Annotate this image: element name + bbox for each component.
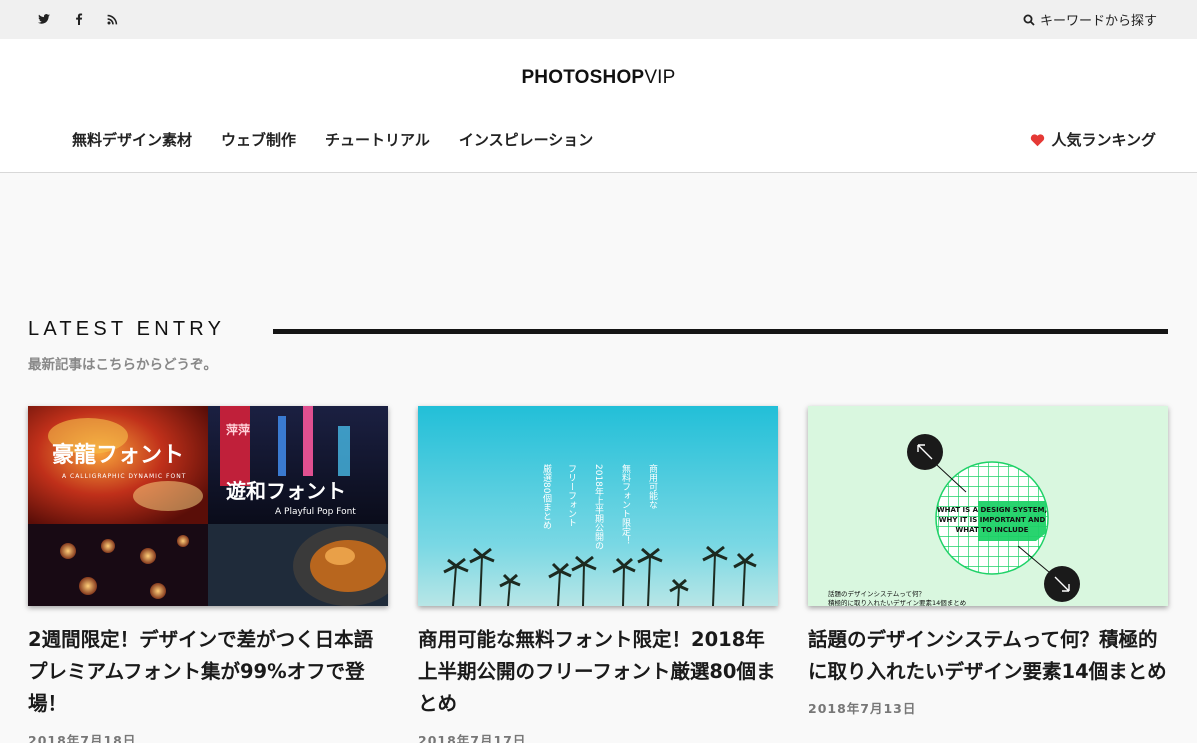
heart-icon bbox=[1031, 133, 1045, 146]
thumb-headline-3: WHAT TO INCLUDE bbox=[956, 526, 1029, 534]
thumb-headline-1: WHAT IS A DESIGN SYSTEM, bbox=[937, 506, 1047, 514]
ranking-link[interactable]: 人気ランキング bbox=[1030, 129, 1156, 150]
article-thumbnail-2[interactable]: 商用可能な 無料フォント限定！ 2018年上半期公開の フリーフォント 厳選80… bbox=[418, 406, 778, 606]
article-date-1: 2018年7月18日 bbox=[28, 733, 137, 743]
nav-item-web[interactable]: ウェブ制作 bbox=[221, 129, 296, 150]
thumb-font-name-1: 豪龍フォント bbox=[52, 442, 184, 468]
article-thumbnail-3[interactable]: WHAT IS A DESIGN SYSTEM, WHY IT IS IMPOR… bbox=[808, 406, 1168, 606]
thumb-font-sub-2: A Playful Pop Font bbox=[275, 507, 356, 517]
logo-bold: PHOTOSHOP bbox=[521, 67, 645, 88]
twitter-icon[interactable] bbox=[36, 11, 52, 27]
section-title-rule bbox=[273, 329, 1168, 334]
keyword-search-link[interactable]: キーワードから探す bbox=[1023, 10, 1157, 29]
site-header: PHOTOSHOPVIP 無料デザイン素材 ウェブ制作 チュートリアル インスピ… bbox=[0, 39, 1197, 173]
thumb-caption-2: 積極的に取り入れたいデザイン要素14個まとめ bbox=[828, 598, 966, 606]
search-label: キーワードから探す bbox=[1039, 14, 1157, 29]
article-date-2: 2018年7月17日 bbox=[418, 733, 527, 743]
article-title-1[interactable]: 2週間限定！デザインで差がつく日本語プレミアムフォント集が99%オフで登場！ bbox=[28, 624, 388, 720]
section-subtitle: 最新記事はこちらからどうぞ。 bbox=[28, 357, 217, 373]
article-card-1[interactable]: 豪龍フォント A CALLIGRAPHIC DYNAMIC FONT 萍萍 遊和… bbox=[28, 406, 388, 743]
nav-item-free-design[interactable]: 無料デザイン素材 bbox=[72, 129, 192, 150]
article-date-3: 2018年7月13日 bbox=[808, 701, 917, 716]
article-card-3[interactable]: WHAT IS A DESIGN SYSTEM, WHY IT IS IMPOR… bbox=[808, 406, 1168, 717]
search-icon bbox=[1023, 14, 1035, 26]
thumb-vertical-2: 無料フォント限定！ bbox=[620, 463, 631, 545]
top-bar: キーワードから探す bbox=[0, 0, 1197, 39]
nav-item-tutorial[interactable]: チュートリアル bbox=[325, 129, 430, 150]
facebook-icon[interactable] bbox=[71, 11, 87, 27]
thumb-font-name-2: 遊和フォント bbox=[226, 479, 346, 503]
article-thumbnail-1[interactable]: 豪龍フォント A CALLIGRAPHIC DYNAMIC FONT 萍萍 遊和… bbox=[28, 406, 388, 606]
thumb-sign: 萍萍 bbox=[226, 422, 250, 437]
article-card-2[interactable]: 商用可能な 無料フォント限定！ 2018年上半期公開の フリーフォント 厳選80… bbox=[418, 406, 778, 743]
nav-item-inspiration[interactable]: インスピレーション bbox=[459, 129, 593, 150]
rss-icon[interactable] bbox=[105, 11, 121, 27]
article-title-2[interactable]: 商用可能な無料フォント限定！2018年上半期公開のフリーフォント厳選80個まとめ bbox=[418, 624, 778, 720]
site-logo[interactable]: PHOTOSHOPVIP bbox=[0, 67, 1197, 89]
logo-light: VIP bbox=[644, 67, 676, 88]
article-title-3[interactable]: 話題のデザインシステムって何？積極的に取り入れたいデザイン要素14個まとめ bbox=[808, 624, 1168, 688]
ranking-label: 人気ランキング bbox=[1051, 131, 1156, 149]
thumb-headline-2: WHY IT IS IMPORTANT AND bbox=[939, 516, 1046, 524]
thumb-vertical-3: 2018年上半期公開の bbox=[593, 464, 604, 550]
section-title: LATEST ENTRY bbox=[28, 318, 226, 340]
thumb-font-sub-1: A CALLIGRAPHIC DYNAMIC FONT bbox=[62, 473, 186, 480]
thumb-vertical-5: 厳選80個まとめ bbox=[541, 463, 552, 530]
thumb-vertical-4: フリーフォント bbox=[566, 464, 576, 527]
thumb-vertical-1: 商用可能な bbox=[647, 463, 658, 509]
main-nav: 無料デザイン素材 ウェブ制作 チュートリアル インスピレーション bbox=[72, 129, 622, 150]
thumb-caption-1: 話題のデザインシステムって何？ bbox=[828, 589, 925, 598]
